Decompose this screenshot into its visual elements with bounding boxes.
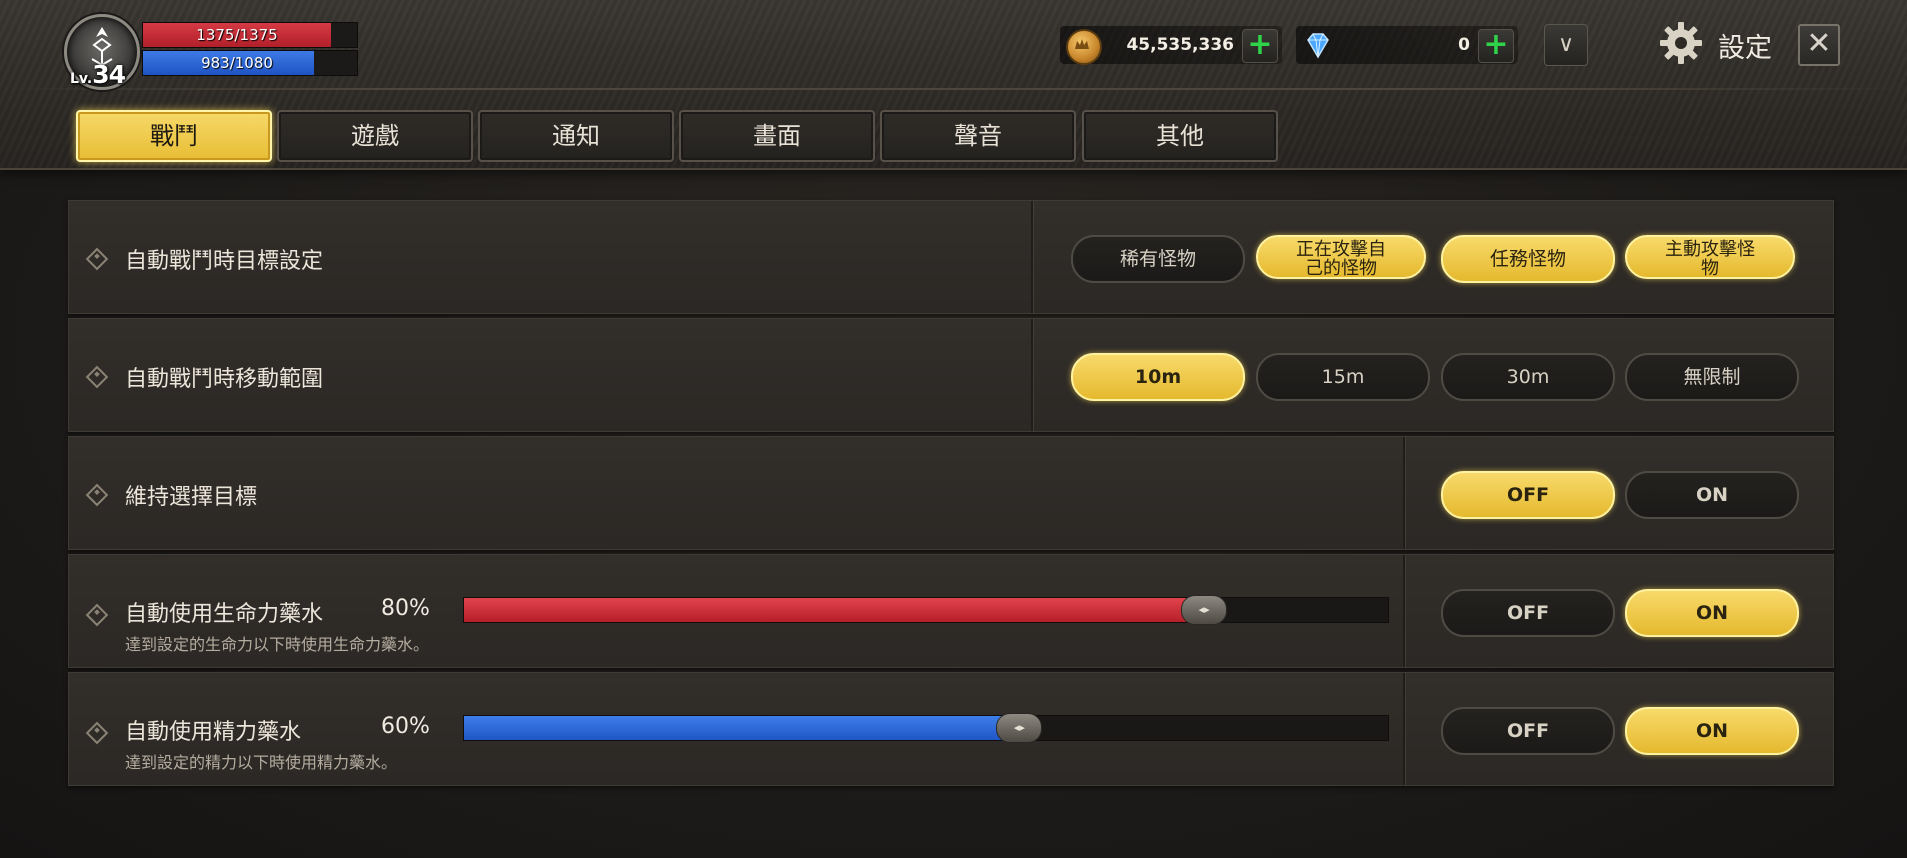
setting-row-hp-potion: 自動使用生命力藥水 80% ◂▸ 達到設定的生命力以下時使用生命力藥水。 OFF… — [68, 554, 1834, 668]
tab-other[interactable]: 其他 — [1082, 110, 1278, 162]
settings-title: 設定 — [1718, 33, 1772, 64]
tab-game[interactable]: 遊戲 — [277, 110, 473, 162]
tab-notify[interactable]: 通知 — [478, 110, 674, 162]
row-separator — [1403, 673, 1406, 785]
bullet-diamond-icon — [85, 247, 109, 271]
option-label-line1: 主動攻擊怪 — [1665, 239, 1755, 260]
level-prefix: Lv. — [70, 71, 93, 87]
close-button[interactable]: ✕ — [1798, 24, 1840, 66]
tab-sound[interactable]: 聲音 — [880, 110, 1076, 162]
menu-dropdown-button[interactable]: ∨ — [1544, 24, 1588, 66]
hp-potion-slider[interactable]: ◂▸ — [463, 595, 1389, 625]
top-divider — [0, 88, 1907, 90]
level-number: 34 — [92, 60, 126, 89]
add-gold-button[interactable]: + — [1242, 29, 1278, 63]
tab-combat[interactable]: 戰鬥 — [76, 110, 272, 162]
setting-label: 維持選擇目標 — [125, 485, 258, 510]
target-option-quest[interactable]: 任務怪物 — [1441, 235, 1615, 283]
setting-row-mp-potion: 自動使用精力藥水 60% ◂▸ 達到設定的精力以下時使用精力藥水。 OFF ON — [68, 672, 1834, 786]
gem-amount: 0 — [1458, 35, 1470, 55]
gem-currency: 0 + — [1296, 26, 1518, 64]
range-option-15m[interactable]: 15m — [1256, 353, 1430, 401]
setting-row-range: 自動戰鬥時移動範圍 10m 15m 30m 無限制 — [68, 318, 1834, 432]
slider-fill — [464, 716, 1019, 740]
hp-bar: 1375/1375 — [142, 22, 358, 48]
hp-potion-on-toggle[interactable]: ON — [1625, 589, 1799, 637]
hp-potion-percent: 80% — [381, 596, 430, 621]
mp-potion-slider[interactable]: ◂▸ — [463, 713, 1389, 743]
setting-row-keep-target: 維持選擇目標 OFF ON — [68, 436, 1834, 550]
target-option-aggressive[interactable]: 主動攻擊怪 物 — [1625, 235, 1795, 279]
tab-display[interactable]: 畫面 — [679, 110, 875, 162]
setting-label: 自動戰鬥時移動範圍 — [125, 367, 324, 392]
option-label: 稀有怪物 — [1119, 248, 1196, 270]
setting-description: 達到設定的生命力以下時使用生命力藥水。 — [125, 635, 430, 654]
row-separator — [1031, 201, 1034, 313]
target-option-rare[interactable]: 稀有怪物 — [1071, 235, 1245, 283]
keep-target-on-toggle[interactable]: ON — [1625, 471, 1799, 519]
mp-potion-on-toggle[interactable]: ON — [1625, 707, 1799, 755]
slider-fill — [464, 598, 1204, 622]
gold-coin-icon — [1066, 29, 1102, 65]
slider-handle[interactable]: ◂▸ — [996, 713, 1043, 743]
range-option-10m[interactable]: 10m — [1071, 353, 1245, 401]
keep-target-off-toggle[interactable]: OFF — [1441, 471, 1615, 519]
option-label: 任務怪物 — [1489, 248, 1566, 270]
hp-text: 1375/1375 — [196, 26, 278, 44]
option-label-line2: 物 — [1701, 258, 1719, 279]
row-separator — [1031, 319, 1034, 431]
range-option-30m[interactable]: 30m — [1441, 353, 1615, 401]
close-icon: ✕ — [1806, 26, 1832, 61]
add-gem-button[interactable]: + — [1478, 29, 1514, 63]
setting-label: 自動使用生命力藥水 — [125, 602, 324, 627]
mp-potion-off-toggle[interactable]: OFF — [1441, 707, 1615, 755]
bullet-diamond-icon — [85, 483, 109, 507]
gear-icon — [1660, 22, 1702, 64]
diamond-icon — [1302, 29, 1334, 61]
target-option-attacking[interactable]: 正在攻擊自 己的怪物 — [1256, 235, 1426, 279]
slider-handle[interactable]: ◂▸ — [1181, 595, 1228, 625]
mp-bar: 983/1080 — [142, 50, 358, 76]
setting-label: 自動使用精力藥水 — [125, 720, 302, 745]
bullet-diamond-icon — [85, 721, 109, 745]
bullet-diamond-icon — [85, 365, 109, 389]
option-label-line2: 己的怪物 — [1305, 258, 1377, 279]
option-label-line1: 正在攻擊自 — [1296, 239, 1386, 260]
setting-label: 自動戰鬥時目標設定 — [125, 249, 324, 274]
mp-potion-percent: 60% — [381, 714, 430, 739]
row-separator — [1403, 437, 1406, 549]
row-separator — [1403, 555, 1406, 667]
gold-amount: 45,535,336 — [1126, 35, 1234, 55]
setting-description: 達到設定的精力以下時使用精力藥水。 — [125, 753, 398, 772]
mp-text: 983/1080 — [201, 54, 273, 72]
gold-currency: 45,535,336 + — [1060, 26, 1282, 65]
chevron-down-icon: ∨ — [1557, 32, 1575, 57]
bullet-diamond-icon — [85, 603, 109, 627]
setting-row-target: 自動戰鬥時目標設定 稀有怪物 正在攻擊自 己的怪物 任務怪物 主動攻擊怪 物 — [68, 200, 1834, 314]
range-option-unlimited[interactable]: 無限制 — [1625, 353, 1799, 401]
player-level: Lv.34 — [70, 60, 126, 89]
hp-potion-off-toggle[interactable]: OFF — [1441, 589, 1615, 637]
top-bar: Lv.34 1375/1375 983/1080 45,535,336 + 0 … — [0, 0, 1907, 170]
